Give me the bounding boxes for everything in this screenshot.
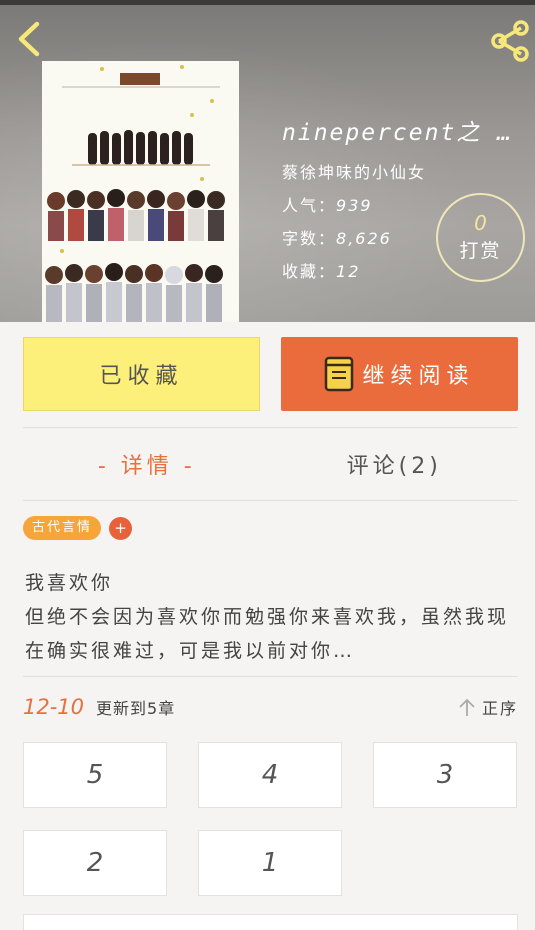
chapter-button[interactable]: 2 bbox=[23, 830, 167, 896]
book-cover[interactable] bbox=[42, 61, 239, 322]
tag-list: 古代言情 + bbox=[23, 515, 133, 541]
chapter-button[interactable]: 1 bbox=[198, 830, 342, 896]
tip-button[interactable]: 0 打赏 bbox=[436, 193, 525, 282]
sort-order-label: 正序 bbox=[481, 699, 518, 718]
sort-order-button[interactable]: 正序 bbox=[458, 695, 518, 719]
arrow-up-icon bbox=[459, 698, 475, 716]
genre-tag[interactable]: 古代言情 bbox=[23, 516, 102, 540]
word-count-label: 字数： bbox=[282, 229, 337, 248]
author-name[interactable]: 蔡徐坤味的小仙女 bbox=[282, 159, 532, 183]
chapter-button[interactable]: 3 bbox=[373, 742, 517, 808]
detail-tabs: - 详情 - 评论(2) bbox=[23, 428, 518, 500]
favorites-value: 12 bbox=[336, 262, 361, 281]
share-icon[interactable] bbox=[488, 19, 532, 63]
tab-comments[interactable]: 评论(2) bbox=[271, 428, 519, 500]
divider bbox=[23, 500, 518, 501]
word-count-value: 8,626 bbox=[336, 229, 392, 248]
add-tag-button[interactable]: + bbox=[109, 516, 133, 540]
book-icon bbox=[325, 356, 354, 392]
divider bbox=[23, 676, 518, 677]
update-status: 更新到5章 bbox=[96, 699, 176, 718]
tip-count: 0 bbox=[474, 211, 487, 235]
continue-reading-label: 继续阅读 bbox=[362, 364, 475, 389]
collected-button[interactable]: 已收藏 bbox=[23, 337, 260, 411]
chapter-update-row: 12-10 更新到5章 正序 bbox=[23, 690, 518, 724]
popularity-label: 人气： bbox=[282, 196, 337, 215]
chevron-left-icon[interactable] bbox=[14, 19, 46, 59]
popularity-value: 939 bbox=[336, 196, 373, 215]
chapter-button[interactable]: 4 bbox=[198, 742, 342, 808]
cover-illustration bbox=[42, 61, 239, 322]
favorites-label: 收藏： bbox=[282, 262, 337, 281]
description-body: 但绝不会因为喜欢你而勉强你来喜欢我，虽然我现在确实很难过，可是我以前对你… bbox=[25, 606, 510, 662]
book-header: ninepercent之 … 蔡徐坤味的小仙女 人气：939 字数：8,626 … bbox=[0, 5, 535, 322]
continue-reading-button[interactable]: 继续阅读 bbox=[281, 337, 518, 411]
book-title: ninepercent之 … bbox=[282, 120, 514, 146]
book-description[interactable]: 我喜欢你 但绝不会因为喜欢你而勉强你来喜欢我，虽然我现在确实很难过，可是我以前对… bbox=[25, 566, 517, 668]
description-first-line: 我喜欢你 bbox=[25, 572, 114, 594]
tip-label: 打赏 bbox=[459, 240, 502, 262]
update-date: 12-10 bbox=[23, 695, 85, 719]
tab-detail[interactable]: - 详情 - bbox=[23, 428, 271, 500]
bottom-panel bbox=[23, 914, 518, 930]
chapter-button[interactable]: 5 bbox=[23, 742, 167, 808]
collected-label: 已收藏 bbox=[99, 364, 184, 389]
